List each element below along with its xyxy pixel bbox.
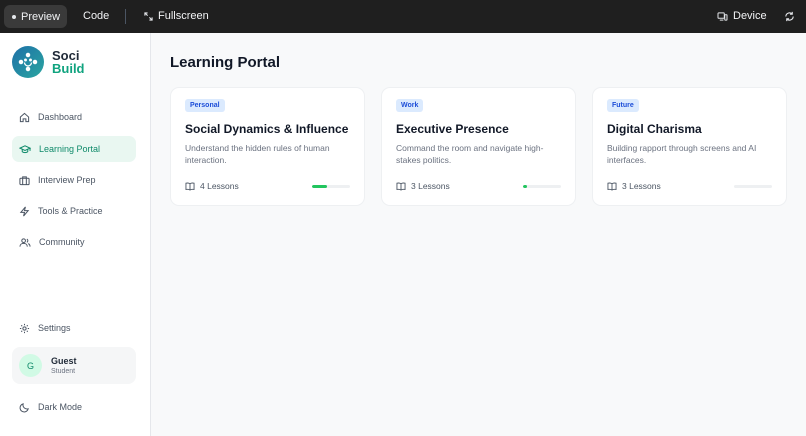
lesson-count: 4 Lessons: [185, 181, 239, 191]
progress-bar: [312, 185, 350, 188]
sidebar-item-settings[interactable]: Settings: [12, 315, 136, 341]
user-name: Guest: [51, 356, 77, 366]
home-icon: [19, 112, 30, 122]
refresh-icon: [785, 11, 794, 21]
lesson-count: 3 Lessons: [607, 181, 661, 191]
code-button[interactable]: Code: [83, 5, 109, 27]
progress-fill: [523, 185, 527, 188]
users-icon: [19, 237, 31, 247]
progress-fill: [312, 185, 328, 188]
avatar: G: [19, 354, 42, 377]
graduation-cap-icon: [19, 144, 31, 153]
brand-line2: Build: [52, 61, 85, 76]
dark-mode-label: Dark Mode: [38, 402, 83, 412]
progress-bar: [734, 185, 772, 188]
dot-icon: [12, 14, 16, 19]
sidebar-item-community[interactable]: Community: [12, 229, 136, 255]
dark-mode-toggle[interactable]: Dark Mode: [12, 394, 136, 420]
category-tag: Future: [607, 99, 639, 112]
course-title: Digital Charisma: [607, 122, 702, 136]
lightning-icon: [19, 206, 30, 216]
lesson-count-label: 4 Lessons: [200, 181, 239, 191]
sidebar-item-dashboard[interactable]: Dashboard: [12, 104, 136, 130]
preview-label: Preview: [21, 10, 61, 23]
device-label: Device: [733, 10, 767, 22]
code-label: Code: [83, 10, 110, 22]
category-tag: Work: [396, 99, 424, 112]
expand-icon: [144, 11, 153, 21]
course-card-digital-charisma[interactable]: Future Digital Charisma Building rapport…: [592, 87, 787, 206]
sidebar-item-interview-prep[interactable]: Interview Prep: [12, 167, 136, 193]
course-title: Social Dynamics & Influence: [185, 122, 349, 136]
toolbar-divider: [125, 9, 126, 24]
book-icon: [185, 182, 195, 190]
sidebar: Soci Build Dashboard Learning Portal Int…: [0, 33, 151, 436]
preview-button[interactable]: Preview: [4, 5, 67, 28]
device-icon: [717, 11, 728, 21]
sidebar-item-label: Interview Prep: [38, 175, 96, 185]
sidebar-item-tools-practice[interactable]: Tools & Practice: [12, 198, 136, 224]
page-title: Learning Portal: [170, 54, 281, 71]
lesson-count: 3 Lessons: [396, 181, 450, 191]
logo-mark-icon: [12, 46, 44, 78]
moon-icon: [19, 402, 29, 412]
book-icon: [607, 182, 617, 190]
course-card-social-dynamics[interactable]: Personal Social Dynamics & Influence Und…: [170, 87, 365, 206]
user-profile-card[interactable]: G Guest Student: [12, 347, 136, 384]
course-description: Command the room and navigate high-stake…: [396, 143, 544, 165]
user-info: Guest Student: [51, 356, 77, 375]
brand-logo[interactable]: Soci Build: [12, 46, 85, 78]
top-toolbar: Preview Code Fullscreen Device: [0, 0, 806, 33]
book-icon: [396, 182, 406, 190]
device-button[interactable]: Device: [717, 5, 767, 27]
refresh-button[interactable]: [784, 5, 795, 27]
user-role: Student: [51, 368, 76, 375]
course-description: Understand the hidden rules of human int…: [185, 143, 330, 165]
course-description: Building rapport through screens and AI …: [607, 143, 757, 165]
sidebar-item-label: Learning Portal: [39, 144, 101, 154]
course-title: Executive Presence: [396, 122, 509, 136]
briefcase-icon: [19, 175, 30, 185]
sidebar-item-learning-portal[interactable]: Learning Portal: [12, 136, 136, 162]
fullscreen-label: Fullscreen: [158, 10, 209, 22]
progress-bar: [523, 185, 561, 188]
settings-label: Settings: [38, 323, 71, 333]
brand-name: Soci Build: [52, 49, 85, 75]
lesson-count-label: 3 Lessons: [411, 181, 450, 191]
lesson-count-label: 3 Lessons: [622, 181, 661, 191]
sidebar-item-label: Tools & Practice: [38, 206, 103, 216]
sidebar-item-label: Community: [39, 237, 85, 247]
gear-icon: [19, 323, 30, 333]
course-card-executive-presence[interactable]: Work Executive Presence Command the room…: [381, 87, 576, 206]
sidebar-item-label: Dashboard: [38, 112, 83, 122]
category-tag: Personal: [185, 99, 225, 112]
fullscreen-button[interactable]: Fullscreen: [144, 5, 209, 27]
